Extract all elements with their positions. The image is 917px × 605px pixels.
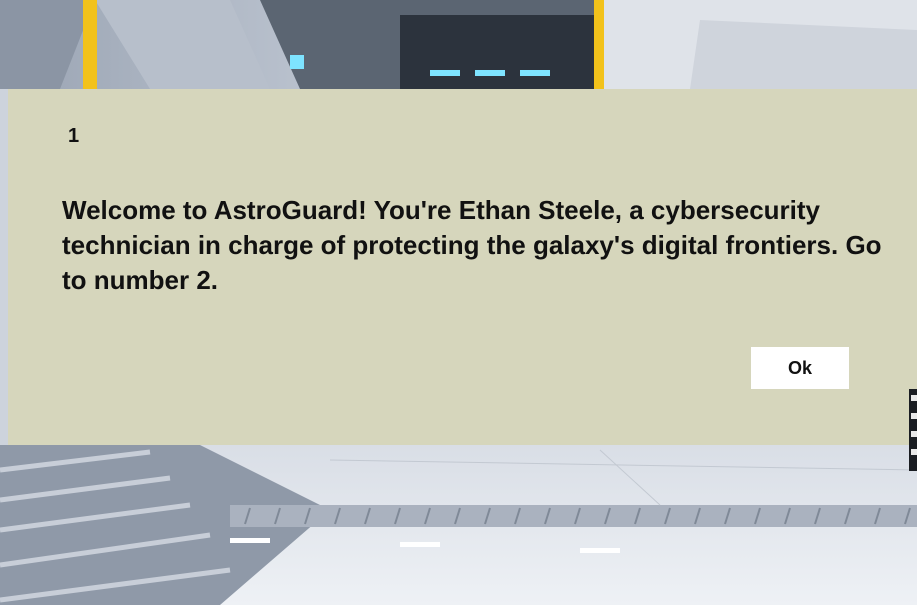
ceiling-light — [475, 70, 505, 76]
yellow-trim-right — [594, 0, 604, 89]
ceiling-recess — [400, 15, 600, 89]
dialog-message: Welcome to AstroGuard! You're Ethan Stee… — [62, 195, 882, 295]
wall-light — [290, 55, 304, 69]
dialog-panel: 1 Welcome to AstroGuard! You're Ethan St… — [8, 89, 917, 445]
floor-light — [230, 538, 270, 543]
floor-light — [580, 548, 620, 553]
right-wall-bevel — [690, 20, 917, 89]
step-number: 1 — [68, 125, 80, 147]
floor-grate — [230, 505, 917, 527]
side-edge-strip — [909, 389, 917, 471]
ok-button[interactable]: Ok — [751, 347, 849, 389]
ceiling-light — [520, 70, 550, 76]
floor-light — [400, 542, 440, 547]
ceiling-light — [430, 70, 460, 76]
yellow-trim-left — [83, 0, 97, 89]
